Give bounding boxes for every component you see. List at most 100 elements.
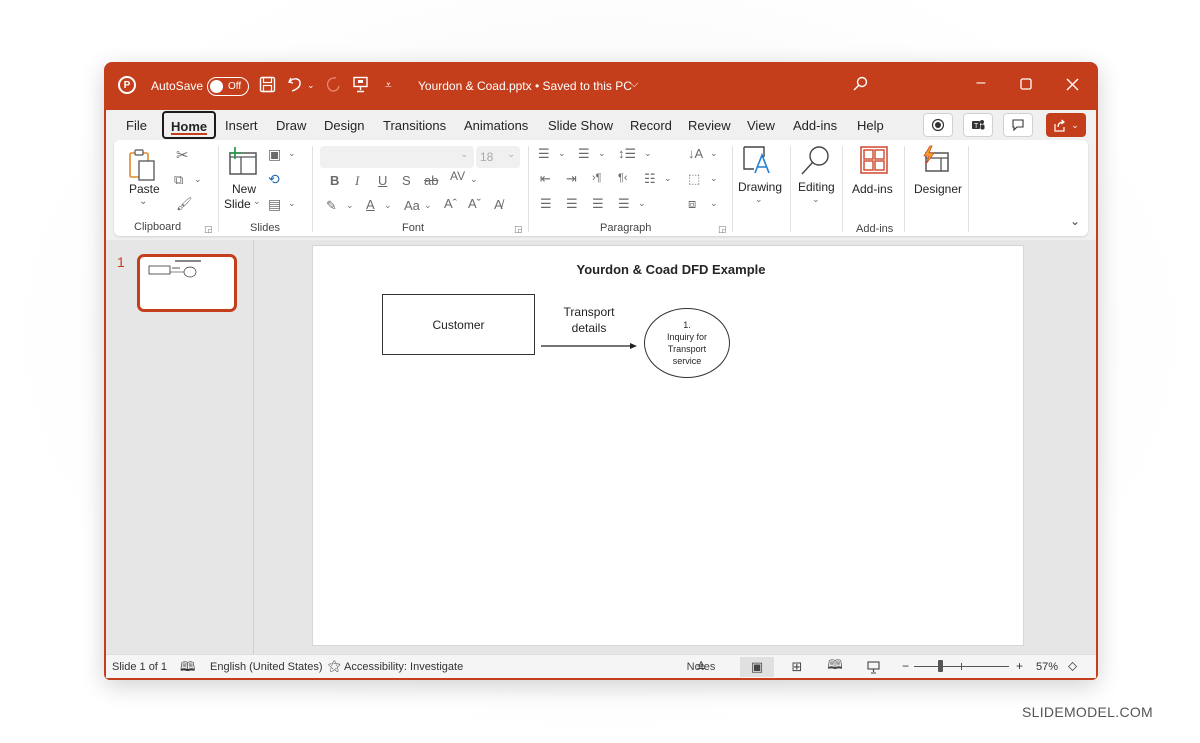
ltr-icon[interactable]: ›¶ bbox=[592, 172, 602, 184]
zoom-level[interactable]: 57% bbox=[1036, 661, 1058, 673]
tab-help[interactable]: Help bbox=[857, 118, 884, 133]
increase-font-size-icon[interactable]: Aˆ bbox=[444, 196, 457, 211]
line-spacing-icon[interactable]: ↕☰ bbox=[618, 146, 636, 162]
maximize-icon[interactable] bbox=[1014, 78, 1038, 90]
copy-icon[interactable]: ⧉ bbox=[174, 172, 183, 188]
character-spacing-dropdown-icon[interactable]: ⌄ bbox=[470, 174, 478, 185]
align-text-icon[interactable]: ⬚ bbox=[688, 171, 700, 187]
font-name-select[interactable]: ⌄ bbox=[320, 146, 474, 168]
justify-dropdown-icon[interactable]: ⌄ bbox=[638, 198, 646, 209]
save-icon[interactable] bbox=[259, 76, 276, 93]
language-status[interactable]: English (United States) bbox=[210, 661, 323, 673]
paste-icon[interactable] bbox=[128, 148, 158, 182]
columns-icon[interactable]: ☷ bbox=[644, 171, 656, 187]
tab-slide-show[interactable]: Slide Show bbox=[548, 118, 613, 133]
align-text-dropdown-icon[interactable]: ⌄ bbox=[710, 173, 718, 184]
tab-draw[interactable]: Draw bbox=[276, 118, 306, 133]
search-icon[interactable] bbox=[852, 76, 868, 92]
record-button[interactable] bbox=[923, 113, 953, 137]
clipboard-launcher-icon[interactable]: ◲ bbox=[204, 224, 213, 235]
slide-thumbnail[interactable] bbox=[137, 254, 237, 312]
tab-record[interactable]: Record bbox=[630, 118, 672, 133]
numbering-dropdown-icon[interactable]: ⌄ bbox=[598, 148, 606, 159]
layout-dropdown-icon[interactable]: ⌄ bbox=[288, 148, 296, 159]
paragraph-launcher-icon[interactable]: ◲ bbox=[718, 224, 727, 235]
paste-dropdown-icon[interactable]: ⌄ bbox=[139, 196, 147, 207]
underline-button[interactable]: U bbox=[378, 173, 387, 188]
normal-view-button[interactable]: ▣ bbox=[740, 657, 774, 677]
tab-file[interactable]: File bbox=[126, 118, 147, 133]
align-left-icon[interactable]: ☰ bbox=[540, 196, 552, 212]
customize-quick-access-icon[interactable]: ⩡ bbox=[385, 78, 392, 93]
strikethrough-button[interactable]: ab bbox=[424, 173, 438, 188]
bold-button[interactable]: B bbox=[330, 173, 339, 188]
comments-button[interactable] bbox=[1003, 113, 1033, 137]
text-shadow-button[interactable]: S bbox=[402, 173, 411, 188]
new-slide-dropdown-icon[interactable]: ⌄ bbox=[253, 196, 261, 207]
section-icon[interactable]: ▤ bbox=[268, 196, 281, 213]
decrease-indent-icon[interactable]: ⇤ bbox=[540, 171, 551, 187]
share-dropdown-icon[interactable]: ⌄ bbox=[1071, 120, 1079, 131]
close-icon[interactable] bbox=[1060, 78, 1084, 91]
slide-title[interactable]: Yourdon & Coad DFD Example bbox=[313, 262, 1025, 277]
fit-slide-icon[interactable]: ⬦ bbox=[1068, 658, 1077, 674]
notes-button[interactable]: ≙ Notes bbox=[674, 657, 728, 677]
slide-canvas[interactable]: Yourdon & Coad DFD Example Customer Tran… bbox=[312, 245, 1024, 646]
reset-slide-icon[interactable]: ⟲ bbox=[268, 171, 280, 188]
bullets-icon[interactable]: ☰ bbox=[538, 146, 550, 162]
slide-sorter-button[interactable]: ⊞ bbox=[780, 657, 814, 677]
editing-button[interactable]: Editing bbox=[798, 180, 835, 194]
present-from-beginning-icon[interactable] bbox=[352, 76, 369, 93]
zoom-slider-thumb[interactable] bbox=[938, 660, 943, 672]
drawing-dropdown-icon[interactable]: ⌄ bbox=[755, 194, 763, 205]
slideshow-view-button[interactable] bbox=[856, 657, 890, 677]
format-painter-icon[interactable]: 🖌 bbox=[176, 196, 193, 212]
autosave-toggle[interactable]: Off bbox=[207, 77, 249, 96]
teams-button[interactable]: T bbox=[963, 113, 993, 137]
change-case-dropdown-icon[interactable]: ⌄ bbox=[424, 200, 432, 211]
ribbon-display-options-icon[interactable]: ⌄ bbox=[1070, 214, 1080, 228]
justify-icon[interactable]: ☰ bbox=[618, 196, 630, 212]
font-size-select[interactable]: 18 ⌄ bbox=[476, 146, 520, 168]
drawing-button[interactable]: Drawing bbox=[738, 180, 782, 194]
new-slide-button-line2[interactable]: Slide bbox=[224, 197, 251, 211]
text-direction-dropdown-icon[interactable]: ⌄ bbox=[710, 148, 718, 159]
columns-dropdown-icon[interactable]: ⌄ bbox=[664, 173, 672, 184]
reading-view-button[interactable]: 🕮 bbox=[818, 657, 852, 677]
add-ins-button[interactable]: Add-ins bbox=[852, 182, 893, 196]
decrease-font-size-icon[interactable]: Aˇ bbox=[468, 196, 481, 211]
clear-formatting-icon[interactable]: A̸ bbox=[494, 197, 503, 212]
tab-animations[interactable]: Animations bbox=[464, 118, 528, 133]
data-flow-label[interactable]: Transport details bbox=[553, 304, 625, 336]
numbering-icon[interactable]: ☰ bbox=[578, 146, 590, 162]
zoom-out-button[interactable]: − bbox=[902, 659, 909, 673]
copy-dropdown-icon[interactable]: ⌄ bbox=[194, 174, 202, 185]
tab-add-ins[interactable]: Add-ins bbox=[793, 118, 837, 133]
minimize-icon[interactable]: – bbox=[969, 74, 993, 92]
font-color-icon[interactable]: A bbox=[366, 197, 375, 212]
layout-icon[interactable]: ▣ bbox=[268, 146, 281, 163]
undo-icon[interactable] bbox=[287, 76, 305, 93]
smartart-icon[interactable]: ⧈ bbox=[688, 196, 696, 212]
accessibility-status[interactable]: Accessibility: Investigate bbox=[344, 661, 463, 673]
font-color-dropdown-icon[interactable]: ⌄ bbox=[384, 200, 392, 211]
tab-view[interactable]: View bbox=[747, 118, 775, 133]
process-inquiry-for-transport[interactable]: 1. Inquiry for Transport service bbox=[644, 308, 730, 378]
new-slide-icon[interactable] bbox=[226, 146, 258, 176]
undo-dropdown-icon[interactable]: ⌄ bbox=[307, 80, 315, 91]
italic-button[interactable]: I bbox=[355, 173, 359, 189]
new-slide-button[interactable]: New bbox=[232, 182, 256, 196]
share-button[interactable]: ⌄ bbox=[1046, 113, 1086, 137]
line-spacing-dropdown-icon[interactable]: ⌄ bbox=[644, 148, 652, 159]
smartart-dropdown-icon[interactable]: ⌄ bbox=[710, 198, 718, 209]
tab-design[interactable]: Design bbox=[324, 118, 364, 133]
editing-dropdown-icon[interactable]: ⌄ bbox=[812, 194, 820, 205]
spelling-check-icon[interactable]: 🕮 bbox=[180, 658, 195, 680]
document-title[interactable]: Yourdon & Coad.pptx • Saved to this PC bbox=[418, 79, 632, 93]
tab-insert[interactable]: Insert bbox=[225, 118, 258, 133]
cut-icon[interactable]: ✂ bbox=[176, 146, 189, 164]
external-entity-customer[interactable]: Customer bbox=[382, 294, 535, 355]
title-dropdown-icon[interactable]: ⌵ bbox=[630, 78, 638, 91]
paste-button[interactable]: Paste bbox=[129, 182, 160, 196]
align-right-icon[interactable]: ☰ bbox=[592, 196, 604, 212]
